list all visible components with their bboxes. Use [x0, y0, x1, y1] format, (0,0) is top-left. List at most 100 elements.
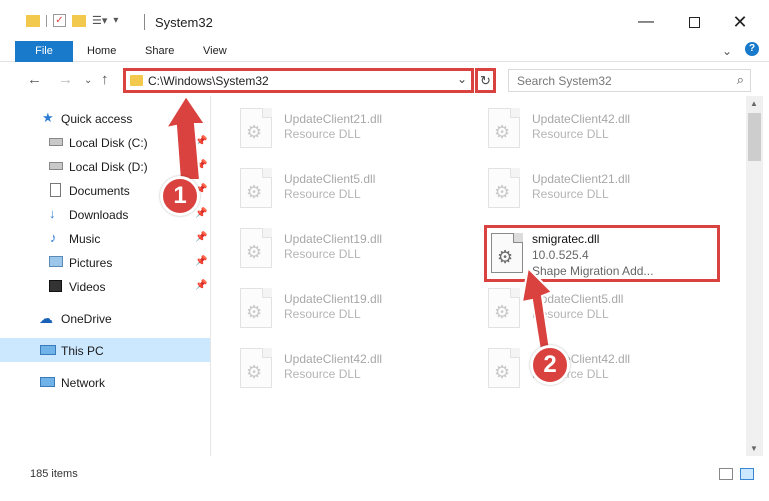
tab-share[interactable]: Share [145, 45, 174, 57]
sidebar-item-label: Quick access [61, 112, 133, 126]
window-title: System32 [155, 15, 213, 30]
documents-icon [50, 183, 61, 197]
separator [46, 14, 47, 27]
pane-divider[interactable] [210, 96, 211, 456]
dll-file-icon: ⚙ [240, 108, 272, 148]
videos-icon [49, 280, 62, 292]
dll-file-icon: ⚙ [240, 288, 272, 328]
search-placeholder: Search System32 [517, 74, 612, 88]
title-bar: ✓ ☰▾ ▾ System32 — ✕ [0, 0, 769, 38]
maximize-icon[interactable] [674, 10, 714, 34]
view-options-icon[interactable]: ☰▾ [92, 14, 107, 27]
sidebar-item-music[interactable]: ♪ Music 📌 [0, 226, 210, 250]
recent-locations-icon[interactable]: ⌄ [84, 75, 92, 86]
refresh-button[interactable]: ↻ [475, 68, 496, 93]
file-version: 10.0.525.4 [532, 248, 589, 262]
search-icon[interactable]: ⌕ [737, 72, 744, 88]
sidebar-item-this-pc[interactable]: This PC [0, 338, 210, 362]
help-icon[interactable]: ? [745, 42, 759, 56]
status-bar: 185 items [0, 460, 769, 488]
address-dropdown-icon[interactable]: ⌄ [457, 72, 467, 86]
back-arrow-icon[interactable]: ← [27, 71, 42, 88]
file-type: Resource DLL [284, 247, 361, 261]
scroll-down-icon[interactable]: ▼ [750, 444, 758, 453]
forward-arrow-icon[interactable]: → [58, 71, 73, 88]
expand-ribbon-icon[interactable]: ⌄ [722, 44, 732, 58]
cloud-icon: ☁ [39, 310, 53, 326]
pin-icon: 📌 [195, 136, 208, 147]
file-type: Resource DLL [284, 367, 361, 381]
customize-toolbar-icon[interactable]: ▾ [113, 15, 118, 26]
file-item[interactable]: ⚙ UpdateClient42.dll Resource DLL [460, 340, 700, 396]
file-name: smigratec.dll [532, 232, 600, 246]
file-type: Resource DLL [284, 127, 361, 141]
new-folder-icon[interactable] [72, 14, 86, 27]
tab-home[interactable]: Home [87, 45, 116, 57]
network-icon [40, 377, 55, 387]
file-name: UpdateClient42.dll [532, 112, 631, 126]
title-separator [144, 14, 145, 30]
scroll-up-icon[interactable]: ▲ [750, 99, 758, 108]
pin-icon: 📌 [195, 280, 208, 291]
ribbon: File Home Share View ⌄ ? [0, 38, 769, 62]
sidebar-item-quick-access[interactable]: ★ Quick access [0, 106, 210, 130]
file-item[interactable]: ⚙ UpdateClient5.dll Resource DLL [460, 280, 700, 336]
file-item[interactable]: ⚙ UpdateClient21.dll Resource DLL [460, 160, 700, 216]
sidebar-item-videos[interactable]: Videos 📌 [0, 274, 210, 298]
address-path[interactable]: C:\Windows\System32 [148, 74, 269, 88]
minimize-icon[interactable]: — [626, 10, 666, 34]
download-icon: ↓ [49, 206, 56, 221]
sidebar-item-local-disk-d[interactable]: Local Disk (D:) 📌 [0, 154, 210, 178]
properties-icon[interactable]: ✓ [53, 14, 66, 27]
file-item[interactable]: ⚙ UpdateClient42.dll Resource DLL [212, 340, 452, 396]
sidebar-item-network[interactable]: Network [0, 370, 210, 394]
sidebar-item-label: Documents [69, 184, 130, 198]
file-item[interactable]: ⚙ UpdateClient21.dll Resource DLL [212, 100, 452, 156]
address-bar[interactable]: C:\Windows\System32 ⌄ [123, 68, 474, 93]
details-view-icon[interactable] [719, 468, 733, 480]
sidebar-item-local-disk-c[interactable]: Local Disk (C:) 📌 [0, 130, 210, 154]
file-type: Resource DLL [532, 307, 609, 321]
scrollbar-thumb[interactable] [748, 113, 761, 161]
tab-file[interactable]: File [15, 41, 73, 62]
refresh-icon: ↻ [480, 73, 491, 88]
vertical-scrollbar[interactable]: ▲ ▼ [746, 96, 763, 456]
highlighted-file-item[interactable]: ⚙ smigratec.dll 10.0.525.4 Shape Migrati… [484, 225, 720, 282]
search-input[interactable]: Search System32 ⌕ [508, 69, 751, 92]
dll-file-icon: ⚙ [488, 288, 520, 328]
file-item[interactable]: ⚙ UpdateClient42.dll Resource DLL [460, 100, 700, 156]
sidebar-item-label: Downloads [69, 208, 129, 222]
star-icon: ★ [42, 110, 54, 125]
sidebar-item-onedrive[interactable]: ☁ OneDrive [0, 306, 210, 330]
up-arrow-icon[interactable]: ↑ [101, 71, 109, 88]
file-item[interactable]: ⚙ UpdateClient19.dll Resource DLL [212, 280, 452, 336]
file-item[interactable]: ⚙ UpdateClient5.dll Resource DLL [212, 160, 452, 216]
sidebar-item-pictures[interactable]: Pictures 📌 [0, 250, 210, 274]
computer-icon [40, 345, 56, 355]
file-name: UpdateClient19.dll [284, 232, 383, 246]
dll-file-icon: ⚙ [488, 108, 520, 148]
tab-view[interactable]: View [203, 45, 227, 57]
sidebar-item-label: Music [69, 232, 101, 246]
file-name: UpdateClient21.dll [284, 112, 383, 126]
file-name: UpdateClient19.dll [284, 292, 383, 306]
folder-icon [130, 75, 143, 86]
pictures-icon [49, 256, 63, 267]
file-item[interactable]: ⚙ UpdateClient19.dll Resource DLL [212, 220, 452, 276]
sidebar-item-label: Pictures [69, 256, 113, 270]
file-type: Resource DLL [532, 127, 609, 141]
drive-icon [49, 162, 63, 170]
quick-access-toolbar: ✓ ☰▾ ▾ [26, 14, 118, 27]
file-name: UpdateClient21.dll [532, 172, 631, 186]
dll-file-icon: ⚙ [488, 168, 520, 208]
step-1-badge: 1 [160, 176, 200, 216]
item-count: 185 items [30, 468, 78, 480]
file-type: Resource DLL [532, 187, 609, 201]
close-icon[interactable]: ✕ [720, 10, 760, 34]
file-type: Resource DLL [284, 187, 361, 201]
large-icons-view-icon[interactable] [740, 468, 754, 480]
file-name: UpdateClient42.dll [284, 352, 383, 366]
sidebar-item-label: Local Disk (D:) [69, 160, 148, 174]
file-name: UpdateClient5.dll [284, 172, 376, 186]
music-icon: ♪ [50, 230, 57, 245]
